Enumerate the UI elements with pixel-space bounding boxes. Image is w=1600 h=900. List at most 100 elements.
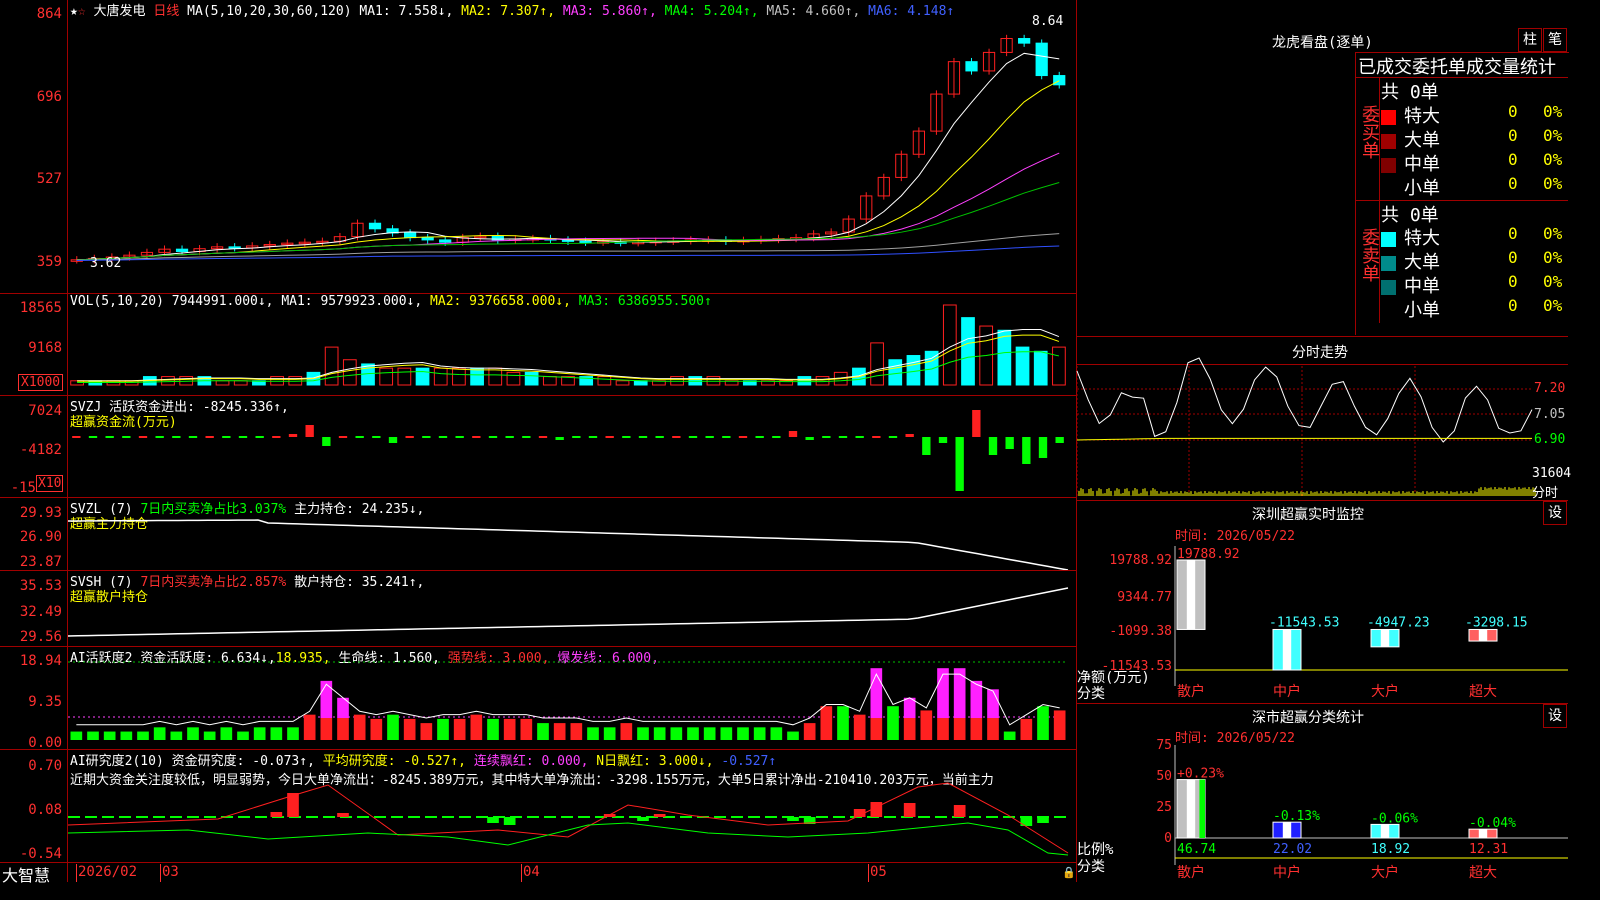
monitor-bar-chart[interactable]: 19788.92 散户 -11543.53 中户 -4947.23 大户 -3298.15 超… — [1174, 546, 1568, 701]
activity-bar — [270, 727, 283, 740]
monitor-settings-button[interactable]: 设 — [1543, 501, 1567, 525]
flow-bar — [488, 436, 498, 438]
classify-bar-highlight — [1282, 822, 1292, 838]
ai-activity-chart[interactable] — [68, 660, 1073, 745]
period-label[interactable]: 日线 — [153, 4, 179, 19]
flow-bar — [655, 436, 664, 438]
classify-settings-button[interactable]: 设 — [1543, 704, 1567, 728]
ma-value: MA3: 5.860↑, — [562, 4, 665, 19]
activity-bar — [837, 706, 849, 740]
flow-bar — [505, 436, 514, 438]
svzj-chart[interactable] — [68, 405, 1073, 495]
order-percent: 0% — [1543, 272, 1563, 291]
research-bar — [503, 817, 516, 825]
candlestick-chart[interactable] — [68, 20, 1073, 290]
research-bar — [1037, 817, 1049, 823]
buy-total: 共 0单 — [1381, 82, 1439, 103]
research-tick: 0.08 — [28, 802, 62, 818]
activity-bar — [587, 727, 599, 740]
activity-bar — [1003, 731, 1016, 740]
flow-bar — [855, 436, 864, 438]
candle-body — [965, 61, 978, 72]
order-type: 中单 — [1404, 276, 1440, 297]
flow-bar — [155, 436, 164, 438]
flow-bar — [555, 437, 564, 440]
flow-bar — [338, 436, 348, 438]
research-header: AI研究度2(10) 资金研究度: -0.073↑, 平均研究度: -0.527… — [70, 750, 776, 769]
svzl-tick: 23.87 — [19, 554, 62, 570]
volume-chart[interactable] — [68, 304, 1073, 389]
flow-bar — [388, 437, 398, 443]
order-count: 0 — [1508, 150, 1518, 169]
svsh-chart[interactable] — [67, 578, 1073, 642]
monitor-tick: 9344.77 — [1117, 590, 1172, 605]
activity-bar — [320, 680, 333, 718]
color-swatch — [1381, 255, 1396, 271]
activity-bar — [853, 714, 866, 740]
volume-bar — [1052, 346, 1066, 386]
color-swatch — [1381, 279, 1396, 295]
classify-value-label: 12.31 — [1469, 842, 1508, 857]
research-bar — [487, 817, 499, 823]
activity-bar — [370, 718, 383, 740]
intraday-volume-tick: 31604 — [1532, 466, 1572, 481]
activity-bar — [537, 723, 549, 740]
date-tick: 05 — [870, 864, 887, 880]
activity-bar — [120, 731, 133, 740]
activity-bar — [70, 731, 83, 740]
activity-bar — [487, 718, 499, 740]
classify-change-label: +0.23% — [1177, 767, 1224, 782]
high-price-label: 8.64 — [1032, 14, 1064, 29]
monitor-category-label: 中户 — [1273, 683, 1301, 700]
monitor-bar-highlight — [1380, 629, 1390, 647]
flow-bar — [88, 436, 98, 438]
activity-bar — [787, 731, 799, 740]
flow-bar — [1038, 437, 1048, 458]
activity-bar — [603, 727, 616, 740]
flow-bar — [905, 434, 914, 437]
volume-bar — [506, 371, 521, 386]
flow-bar — [1022, 437, 1031, 464]
activity-bar — [553, 723, 566, 740]
volume-bar — [924, 350, 939, 386]
volume-bar — [433, 367, 448, 386]
svzl-chart[interactable] — [67, 505, 1073, 571]
star-icon[interactable]: ★ — [70, 4, 78, 19]
monitor-value-label: 19788.92 — [1177, 547, 1240, 562]
activity-bar — [287, 727, 299, 740]
intraday-chart[interactable] — [1076, 357, 1536, 499]
monitor-category-label: 散户 — [1177, 683, 1205, 700]
ai-tick: 9.35 — [28, 694, 62, 710]
order-percent: 0% — [1543, 296, 1563, 315]
activity-bar — [87, 731, 99, 740]
kline-chart-area[interactable]: ★☆ 大唐发电 日线 MA(5,10,20,30,60,120) MA1: 7.… — [0, 0, 1077, 885]
flow-bar — [305, 425, 314, 437]
ma-values: MA1: 7.558↓, MA2: 7.307↑, MA3: 5.860↑, M… — [359, 4, 954, 19]
flow-bar — [972, 410, 981, 437]
volume-bar — [615, 380, 630, 386]
ma-line — [76, 181, 1060, 261]
activity-bar — [753, 727, 766, 740]
ma-value: MA6: 4.148↑ — [868, 4, 955, 19]
vol-unit: X1000 — [18, 374, 64, 391]
classify-bar-chart[interactable]: +0.23% 46.74 散户 -0.13% 22.02 中户 -0.06% 18.92 大户 -… — [1174, 745, 1568, 882]
research-degree: 资金研究度: -0.073↑, — [171, 754, 315, 769]
flow-bar — [888, 436, 898, 438]
flow-bar — [638, 436, 648, 438]
activity-bar — [1020, 718, 1033, 740]
column-view-button[interactable]: 柱 — [1518, 28, 1542, 52]
research-bar — [1020, 817, 1033, 826]
order-percent: 0% — [1543, 248, 1563, 267]
flow-bar — [605, 436, 614, 438]
flow-bar — [122, 436, 131, 438]
lock-icon[interactable]: 🔒 — [1062, 866, 1076, 879]
brand-label: 大智慧 — [2, 866, 51, 885]
flow-bar — [805, 437, 814, 440]
svsh-tick: 35.53 — [19, 578, 62, 594]
activity-bar — [170, 731, 183, 740]
volume-bar — [597, 376, 612, 386]
stroke-view-button[interactable]: 笔 — [1543, 28, 1567, 52]
classify-category-label: 大户 — [1371, 864, 1399, 881]
research-chart[interactable] — [67, 775, 1073, 860]
activity-bar — [403, 718, 416, 740]
